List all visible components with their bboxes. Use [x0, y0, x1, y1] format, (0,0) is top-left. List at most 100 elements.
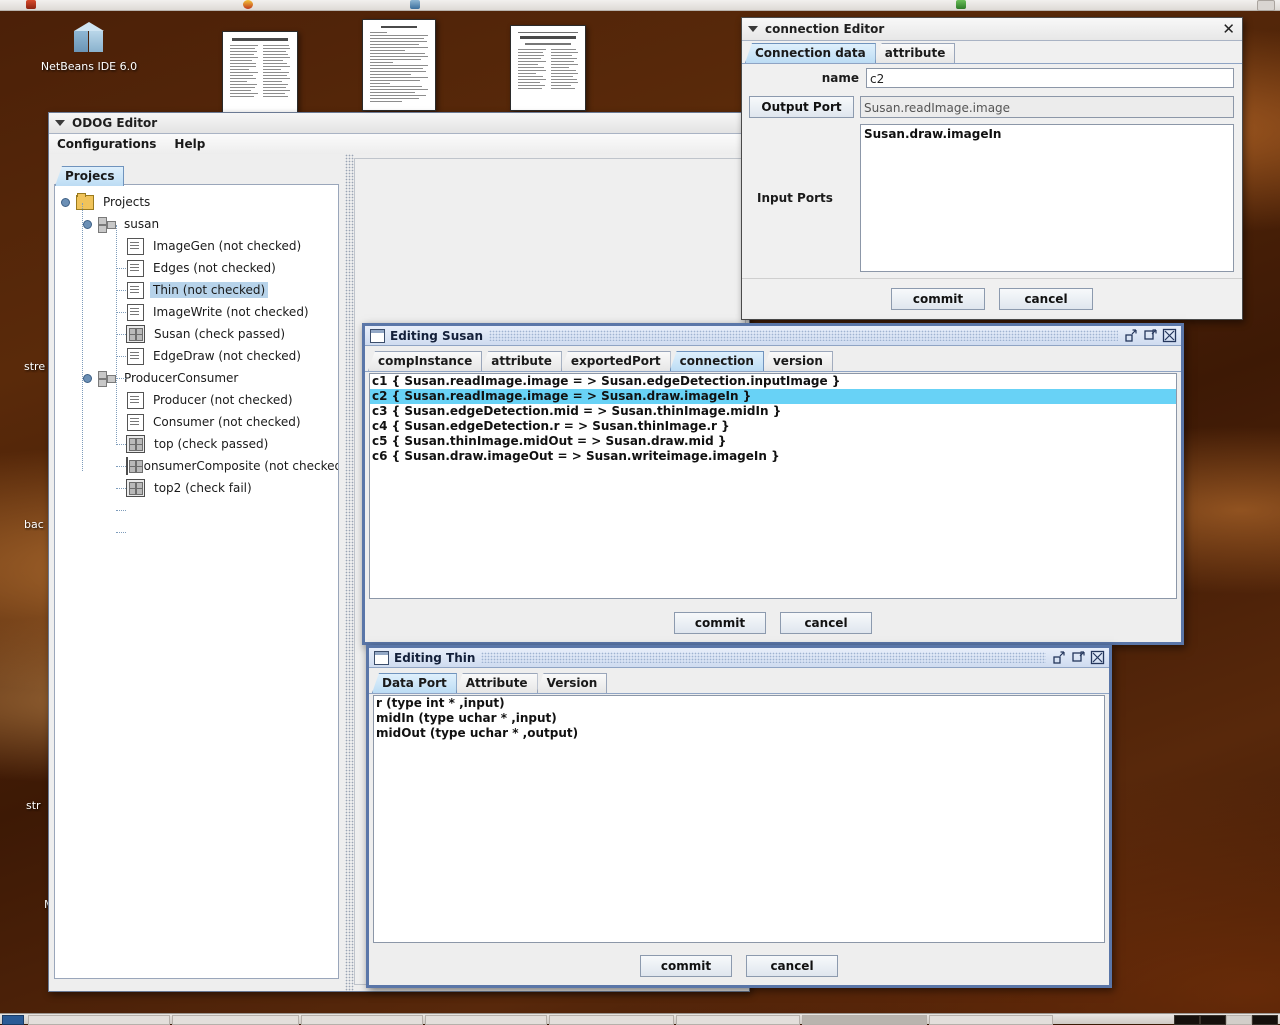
connection-list[interactable]: c1 { Susan.readImage.image = > Susan.edg… — [369, 373, 1177, 599]
susan-cancel-button[interactable]: cancel — [780, 611, 872, 634]
minimize-icon[interactable] — [1124, 328, 1139, 343]
editing-susan-titlebar[interactable]: Editing Susan — [365, 326, 1181, 346]
tree-node-top[interactable]: top (check passed) — [55, 433, 338, 455]
thin-commit-button[interactable]: commit — [640, 955, 732, 977]
susan-commit-button[interactable]: commit — [674, 611, 766, 634]
tree-node-label: Consumer (not checked) — [153, 415, 301, 429]
thin-cancel-button[interactable]: cancel — [746, 955, 838, 977]
tab-exportedport[interactable]: exportedPort — [560, 351, 671, 371]
tree-node-projects[interactable]: Projects — [55, 191, 338, 213]
tab-attribute[interactable]: attribute — [874, 43, 956, 63]
panel-icon-5[interactable] — [1257, 0, 1275, 11]
taskbar[interactable] — [0, 1013, 1280, 1025]
tab-data-port[interactable]: Data Port — [372, 673, 457, 693]
component-icon — [127, 303, 144, 321]
tree-handle-icon[interactable] — [83, 219, 92, 229]
assembly-icon — [126, 325, 145, 343]
thumb-col — [550, 49, 578, 91]
data-port-item[interactable]: midIn (type uchar * ,input) — [374, 711, 1104, 726]
editing-thin-titlebar[interactable]: Editing Thin — [369, 648, 1109, 668]
tree-node-susan[interactable]: susan — [55, 213, 338, 235]
tab-version[interactable]: version — [762, 351, 833, 371]
close-icon[interactable] — [1090, 650, 1105, 665]
desktop-icon-netbeans[interactable]: NetBeans IDE 6.0 — [29, 22, 149, 73]
tree-handle-icon[interactable] — [61, 197, 70, 207]
output-port-button[interactable]: Output Port — [749, 96, 854, 118]
tab-attribute[interactable]: Attribute — [455, 673, 538, 693]
desktop-icon-label: NetBeans IDE 6.0 — [40, 60, 138, 73]
connection-list-item[interactable]: c6 { Susan.draw.imageOut = > Susan.write… — [370, 449, 1176, 464]
triangle-down-icon[interactable] — [748, 26, 758, 32]
close-icon[interactable]: ✕ — [1219, 22, 1238, 37]
tree-node-label: susan — [124, 217, 160, 231]
input-ports-list[interactable]: Susan.draw.imageIn — [860, 124, 1234, 272]
tree-connector — [116, 488, 126, 489]
tree-node-producer[interactable]: Producer (not checked) — [55, 389, 338, 411]
tree-node-susan-assembly[interactable]: Susan (check passed) — [55, 323, 338, 345]
tree-node-consumer[interactable]: Consumer (not checked) — [55, 411, 338, 433]
editing-thin-buttonbar: commit cancel — [369, 947, 1109, 985]
panel-icon-2[interactable] — [243, 0, 253, 9]
panel-icon-3[interactable] — [410, 0, 420, 9]
tree-handle-icon[interactable] — [83, 373, 92, 383]
tab-attribute[interactable]: attribute — [481, 351, 562, 371]
tree-node-label: top2 (check fail) — [154, 481, 252, 495]
top-panel[interactable] — [0, 0, 1280, 11]
connection-list-item[interactable]: c3 { Susan.edgeDetection.mid = > Susan.t… — [370, 404, 1176, 419]
component-icon — [127, 347, 144, 365]
tree-node-label: Thin (not checked) — [150, 282, 269, 298]
panel-icon-4[interactable] — [956, 0, 966, 9]
connection-cancel-button[interactable]: cancel — [999, 288, 1093, 310]
input-port-item[interactable]: Susan.draw.imageIn — [861, 125, 1233, 144]
tree-node-imagegen[interactable]: ImageGen (not checked) — [55, 235, 338, 257]
tree-node-imagewrite[interactable]: ImageWrite (not checked) — [55, 301, 338, 323]
maximize-icon[interactable] — [1143, 328, 1158, 343]
connection-list-item[interactable]: c4 { Susan.edgeDetection.r = > Susan.thi… — [370, 419, 1176, 434]
desktop-document-thumbnail-2[interactable] — [362, 19, 436, 111]
connection-editor-window[interactable]: connection Editor ✕ Connection data attr… — [741, 17, 1243, 320]
titlebar-grip — [481, 652, 1046, 663]
tree-connector — [116, 532, 126, 533]
component-icon — [127, 281, 144, 299]
thumb-col — [518, 49, 546, 91]
tree-node-producerconsumer[interactable]: ProducerConsumer — [55, 367, 338, 389]
desktop-document-thumbnail-1[interactable] — [222, 31, 298, 113]
tree-node-label: Susan (check passed) — [154, 327, 286, 341]
tree-node-edgedraw[interactable]: EdgeDraw (not checked) — [55, 345, 338, 367]
tree-node-thin[interactable]: Thin (not checked) — [55, 279, 338, 301]
panel-icon-1[interactable] — [26, 0, 36, 9]
component-icon — [127, 391, 144, 409]
data-port-list[interactable]: r (type int * ,input) midIn (type uchar … — [373, 695, 1105, 943]
editing-thin-window[interactable]: Editing Thin Data Port Attribute Version… — [366, 645, 1112, 988]
tree-node-consumercomposite[interactable]: consumerComposite (not checked) — [55, 455, 338, 477]
tab-compinstance[interactable]: compInstance — [368, 351, 483, 371]
tree-node-edges[interactable]: Edges (not checked) — [55, 257, 338, 279]
tab-connection-data[interactable]: Connection data — [745, 43, 876, 63]
composite-icon — [98, 216, 116, 233]
editing-susan-window[interactable]: Editing Susan compInstance attribute exp… — [362, 323, 1184, 645]
name-input[interactable]: c2 — [866, 68, 1234, 88]
projects-tree[interactable]: Projects susan ImageGen (not checked) Ed… — [54, 184, 339, 979]
data-port-item[interactable]: r (type int * ,input) — [374, 696, 1104, 711]
triangle-down-icon[interactable] — [55, 120, 65, 126]
minimize-icon[interactable] — [1052, 650, 1067, 665]
connection-commit-button[interactable]: commit — [891, 288, 985, 310]
odog-editor-titlebar[interactable]: ODOG Editor — [49, 113, 749, 134]
tab-projects[interactable]: Projecs — [55, 166, 125, 186]
maximize-icon[interactable] — [1071, 650, 1086, 665]
odog-editor-menubar[interactable]: Configurations Help — [49, 134, 749, 155]
connection-list-item[interactable]: c5 { Susan.thinImage.midOut = > Susan.dr… — [370, 434, 1176, 449]
connection-editor-titlebar[interactable]: connection Editor ✕ — [742, 18, 1242, 41]
tree-node-top2[interactable]: top2 (check fail) — [55, 477, 338, 499]
tab-connection[interactable]: connection — [669, 351, 764, 371]
tab-version[interactable]: Version — [536, 673, 608, 693]
close-icon[interactable] — [1162, 328, 1177, 343]
menu-configurations[interactable]: Configurations — [57, 137, 156, 151]
data-port-item[interactable]: midOut (type uchar * ,output) — [374, 726, 1104, 741]
odog-split-divider[interactable] — [345, 154, 354, 991]
connection-list-item[interactable]: c1 { Susan.readImage.image = > Susan.edg… — [370, 374, 1176, 389]
connection-list-item[interactable]: c2 { Susan.readImage.image = > Susan.dra… — [370, 389, 1176, 404]
folder-icon — [76, 192, 94, 210]
desktop-document-thumbnail-3[interactable] — [510, 25, 586, 111]
menu-help[interactable]: Help — [174, 137, 205, 151]
